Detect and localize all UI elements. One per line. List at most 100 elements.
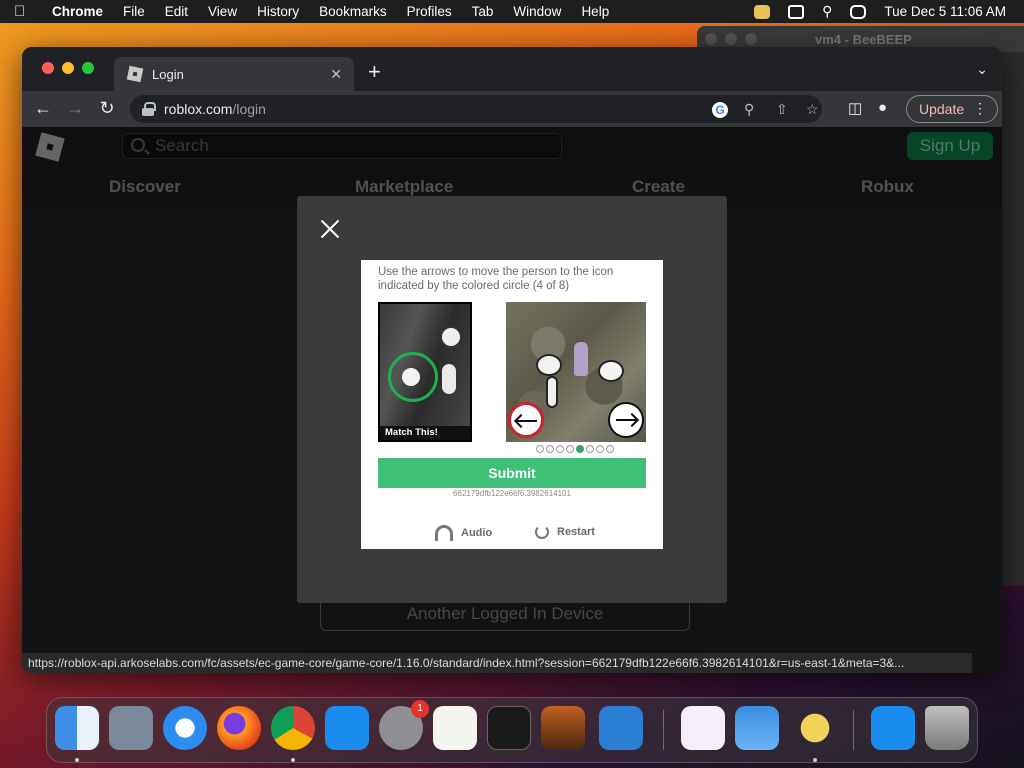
figure-head [536, 354, 562, 376]
back-button[interactable]: ← [32, 98, 54, 119]
app-store-icon[interactable] [871, 706, 915, 750]
close-window-button[interactable] [42, 62, 54, 74]
share-icon[interactable]: ⇧ [776, 101, 788, 118]
pager-dot [566, 445, 574, 453]
password-key-icon[interactable]: ⚲ [744, 101, 754, 118]
pager-dot [606, 445, 614, 453]
pager-dot [576, 445, 584, 453]
vscode-icon[interactable] [599, 706, 643, 750]
google-lens-icon[interactable]: G [712, 102, 728, 118]
update-label: Update [919, 101, 965, 117]
garageband-icon[interactable] [541, 706, 585, 750]
beebeep-icon[interactable] [793, 706, 837, 750]
menu-history[interactable]: History [257, 4, 299, 19]
right-arrow-button[interactable] [608, 402, 644, 438]
captcha-panel: Use the arrows to move the person to the… [361, 260, 663, 549]
tab-title: Login [152, 66, 184, 82]
restart-icon [535, 525, 549, 539]
tab-login[interactable]: Login ✕ [114, 57, 354, 91]
more-menu-icon[interactable]: ⋮ [973, 100, 987, 117]
restart-button[interactable]: Restart [535, 525, 595, 539]
reload-button[interactable]: ↻ [96, 98, 118, 119]
running-indicator [291, 758, 295, 762]
pager-dot [596, 445, 604, 453]
match-reference-image: Match This! [378, 302, 472, 442]
terminal-icon[interactable] [487, 706, 531, 750]
dock: 1 [46, 697, 978, 763]
pager-dot [556, 445, 564, 453]
match-this-label: Match This! [380, 426, 470, 440]
window-controls [42, 62, 94, 74]
screen-mirror-icon[interactable] [788, 4, 805, 19]
apple-menu-icon[interactable]:  [14, 3, 34, 20]
zoom-window-button[interactable] [82, 62, 94, 74]
profile-icon[interactable]: ● [878, 99, 887, 116]
trash-icon[interactable] [925, 706, 969, 750]
tab-strip: Login ✕ + ⌄ [22, 47, 1002, 91]
menu-view[interactable]: View [208, 4, 237, 19]
pager-dot [546, 445, 554, 453]
menu-app-name[interactable]: Chrome [52, 4, 103, 19]
roblox-page: Search Sign Up Discover Marketplace Crea… [22, 127, 1002, 673]
control-center-icon[interactable] [850, 4, 867, 19]
beebeep-window-title: vm4 - BeeBEEP [815, 31, 912, 47]
left-arrow-button[interactable] [508, 402, 544, 438]
forward-button[interactable]: → [64, 98, 86, 119]
visual-studio-icon[interactable] [681, 706, 725, 750]
arrow-left-icon [517, 420, 537, 422]
target-icon [440, 326, 462, 348]
notification-badge: 1 [411, 700, 429, 718]
new-tab-button[interactable]: + [368, 59, 381, 85]
url-path: /login [232, 101, 266, 117]
menu-tab[interactable]: Tab [472, 4, 494, 19]
running-indicator [813, 758, 817, 762]
close-icon[interactable] [319, 218, 341, 240]
dock-separator [853, 710, 854, 750]
menu-profiles[interactable]: Profiles [407, 4, 452, 19]
menu-window[interactable]: Window [513, 4, 561, 19]
firefox-icon[interactable] [217, 706, 261, 750]
chrome-window: Login ✕ + ⌄ ← → ↻ roblox.com/login G ⚲ ⇧… [22, 47, 1002, 673]
address-bar[interactable]: roblox.com/login G ⚲ ⇧ ☆ [130, 95, 822, 123]
update-button[interactable]: Update ⋮ [906, 95, 998, 123]
bookmark-star-icon[interactable]: ☆ [806, 101, 819, 118]
headphones-icon [435, 525, 453, 541]
menu-bar:  Chrome File Edit View History Bookmark… [0, 0, 1024, 23]
safari-icon[interactable] [163, 706, 207, 750]
browser-toolbar: ← → ↻ roblox.com/login G ⚲ ⇧ ☆ ◫ ● Updat… [22, 91, 1002, 127]
tab-search-chevron-icon[interactable]: ⌄ [976, 61, 988, 78]
restart-label: Restart [557, 526, 595, 538]
system-settings-icon[interactable]: 1 [379, 700, 429, 750]
side-panel-icon[interactable]: ◫ [848, 99, 862, 117]
puzzle-pager [536, 445, 614, 453]
menu-bookmarks[interactable]: Bookmarks [319, 4, 387, 19]
app-store-icon[interactable] [325, 706, 369, 750]
finder-icon[interactable] [55, 706, 99, 750]
beebeep-status-icon[interactable] [754, 4, 771, 19]
beebeep-window-controls[interactable] [705, 33, 757, 45]
spotlight-icon[interactable]: ⚲ [822, 3, 832, 20]
submit-button[interactable]: Submit [378, 458, 646, 488]
minimize-window-button[interactable] [62, 62, 74, 74]
pager-dot [586, 445, 594, 453]
textedit-icon[interactable] [433, 706, 477, 750]
url-host: roblox.com [164, 101, 233, 117]
roblox-favicon-icon [126, 65, 144, 83]
figure-body [442, 364, 456, 394]
audio-button[interactable]: Audio [435, 525, 492, 541]
target-icon [598, 360, 624, 382]
menu-edit[interactable]: Edit [165, 4, 188, 19]
figure-head [402, 368, 420, 386]
chrome-icon[interactable] [271, 706, 315, 750]
captcha-instruction: Use the arrows to move the person to the… [378, 266, 614, 292]
puzzle-image [506, 302, 646, 442]
launchpad-icon[interactable] [109, 706, 153, 750]
menu-datetime[interactable]: Tue Dec 5 11:06 AM [884, 4, 1006, 19]
pager-dot [536, 445, 544, 453]
tab-close-icon[interactable]: ✕ [330, 66, 342, 83]
menu-help[interactable]: Help [581, 4, 609, 19]
menu-file[interactable]: File [123, 4, 145, 19]
weather-icon[interactable] [735, 706, 779, 750]
session-id: 662179dfb122e66f6.3982614101 [453, 489, 571, 498]
lock-icon[interactable] [142, 102, 156, 116]
